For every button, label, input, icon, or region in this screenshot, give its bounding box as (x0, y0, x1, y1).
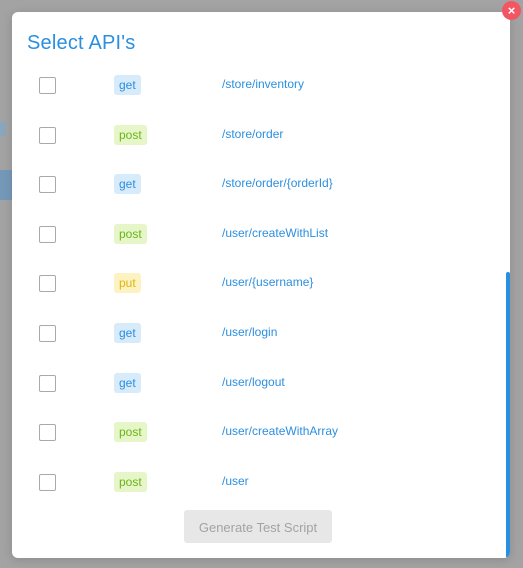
api-path: /user (222, 474, 249, 488)
api-list: get /store/inventory post /store/order g… (12, 72, 502, 510)
method-badge: post (114, 125, 147, 145)
method-badge: get (114, 323, 141, 343)
api-path: /user/createWithArray (222, 424, 339, 438)
method-badge: post (114, 472, 147, 492)
api-row: post /store/order (12, 122, 502, 162)
api-checkbox[interactable] (39, 375, 56, 392)
api-checkbox[interactable] (39, 176, 56, 193)
api-row: get /store/inventory (12, 72, 502, 112)
method-badge: post (114, 224, 147, 244)
api-path: /store/order (222, 127, 284, 141)
method-badge: get (114, 75, 141, 95)
api-checkbox[interactable] (39, 424, 56, 441)
method-badge: post (114, 422, 147, 442)
api-checkbox[interactable] (39, 77, 56, 94)
close-icon[interactable]: × (502, 1, 521, 20)
api-checkbox[interactable] (39, 127, 56, 144)
api-row: get /store/order/{orderId} (12, 171, 502, 211)
method-badge: put (114, 273, 141, 293)
api-path: /user/logout (222, 375, 285, 389)
api-path: /user/{username} (222, 275, 314, 289)
api-row: get /user/logout (12, 370, 502, 410)
api-path: /user/createWithList (222, 226, 329, 240)
api-checkbox[interactable] (39, 226, 56, 243)
api-checkbox[interactable] (39, 275, 56, 292)
api-checkbox[interactable] (39, 474, 56, 491)
api-row: post /user/createWithList (12, 221, 502, 261)
api-row: get /user/login (12, 320, 502, 360)
list-scrollbar[interactable] (506, 272, 510, 558)
method-badge: get (114, 174, 141, 194)
background-element (0, 122, 6, 136)
api-path: /store/inventory (222, 77, 305, 91)
api-path: /store/order/{orderId} (222, 176, 333, 190)
api-row: put /user/{username} (12, 270, 502, 310)
method-badge: get (114, 373, 141, 393)
generate-test-script-button[interactable]: Generate Test Script (184, 510, 332, 543)
select-api-dialog: Select API's get /store/inventory post /… (12, 12, 510, 558)
api-path: /user/login (222, 325, 278, 339)
api-row: post /user/createWithArray (12, 419, 502, 459)
api-row: post /user (12, 469, 502, 509)
dialog-title: Select API's (27, 32, 136, 54)
api-checkbox[interactable] (39, 325, 56, 342)
